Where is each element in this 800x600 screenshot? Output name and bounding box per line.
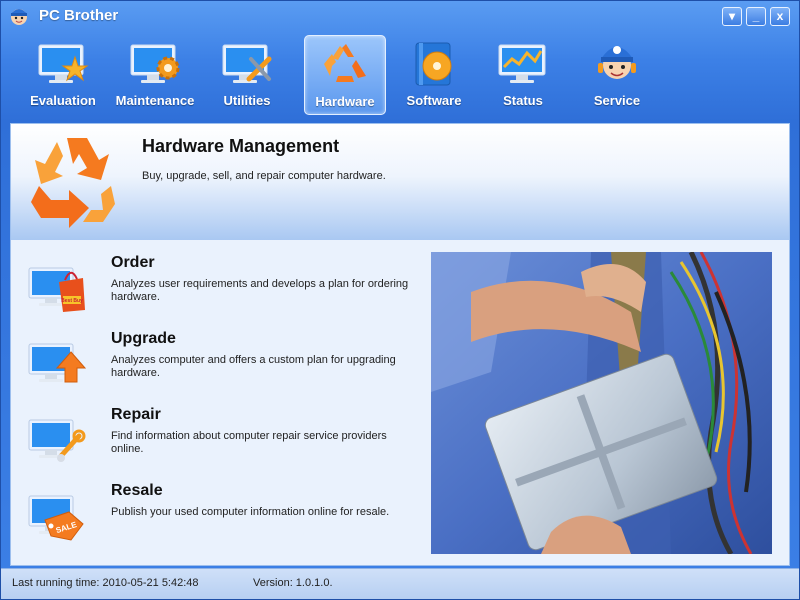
upgrade-arrow-icon: [28, 343, 87, 383]
repair-wrench-icon: [28, 419, 86, 462]
list-item-resale[interactable]: SALE Resale Publish your used computer i…: [11, 482, 421, 552]
feature-list: Best Buy Order Analyzes user requirement…: [11, 240, 431, 565]
list-item-repair[interactable]: Repair Find information about computer r…: [11, 406, 421, 476]
page-description: Buy, upgrade, sell, and repair computer …: [142, 170, 386, 182]
app-logo-icon: [11, 9, 27, 25]
tool-label: Utilities: [223, 93, 271, 108]
monitor-star-icon: [38, 44, 89, 83]
order-badge-text: Best Buy: [61, 298, 83, 304]
tool-label: Status: [503, 93, 543, 108]
tool-label: Software: [406, 93, 462, 108]
item-title: Upgrade: [111, 330, 176, 347]
item-title: Resale: [111, 482, 163, 499]
hardware-photo: [431, 252, 772, 554]
header-panel: Hardware Management Buy, upgrade, sell, …: [11, 124, 789, 240]
list-item-upgrade[interactable]: Upgrade Analyzes computer and offers a c…: [11, 330, 421, 400]
tool-label: Maintenance: [115, 93, 195, 108]
order-bag-icon: Best Buy: [28, 267, 85, 312]
tool-maintenance[interactable]: Maintenance: [114, 35, 196, 115]
item-title: Repair: [111, 406, 161, 423]
tool-service[interactable]: Service: [576, 35, 658, 115]
recycle-icon: [31, 138, 115, 228]
item-description: Publish your used computer information o…: [111, 506, 390, 518]
tool-software[interactable]: Software: [393, 35, 475, 115]
item-title: Order: [111, 254, 155, 271]
list-item-order[interactable]: Best Buy Order Analyzes user requirement…: [11, 254, 421, 324]
status-bar: Last running time: 2010-05-21 5:42:48 Ve…: [1, 568, 799, 599]
service-mascot-icon: [598, 46, 636, 79]
window-title: PC Brother: [39, 7, 119, 24]
tool-label: Service: [593, 93, 641, 108]
close-button[interactable]: x: [770, 7, 790, 26]
item-description: Find information about computer repair s…: [111, 430, 387, 455]
monitor-gear-icon: [130, 44, 180, 83]
main-toolbar: Evaluation Maintenance Utilities Hardwar…: [1, 31, 799, 117]
version-label: Version: 1.0.1.0.: [253, 577, 333, 589]
item-description: Analyzes user requirements and develops …: [111, 278, 409, 303]
resale-tag-icon: SALE: [28, 495, 84, 541]
tool-utilities[interactable]: Utilities: [206, 35, 288, 115]
software-disc-icon: [415, 42, 452, 86]
recycle-icon: [324, 44, 366, 82]
monitor-chart-icon: [498, 44, 546, 83]
tool-evaluation[interactable]: Evaluation: [22, 35, 104, 115]
item-description: Analyzes computer and offers a custom pl…: [111, 354, 396, 379]
last-running-time: Last running time: 2010-05-21 5:42:48: [12, 577, 199, 589]
tool-label: Hardware: [315, 94, 375, 109]
tool-hardware[interactable]: Hardware: [304, 35, 386, 115]
tool-status[interactable]: Status: [482, 35, 564, 115]
menu-button[interactable]: ▾: [722, 7, 742, 26]
title-bar[interactable]: PC Brother ▾ _ x: [1, 1, 799, 31]
app-window: PC Brother ▾ _ x Evaluation Maintenance …: [0, 0, 800, 600]
content-panel: Hardware Management Buy, upgrade, sell, …: [10, 123, 790, 566]
page-title: Hardware Management: [142, 136, 340, 156]
hardware-photo-image: [431, 252, 772, 554]
minimize-button[interactable]: _: [746, 7, 766, 26]
monitor-tools-icon: [222, 44, 272, 83]
tool-label: Evaluation: [30, 93, 96, 108]
